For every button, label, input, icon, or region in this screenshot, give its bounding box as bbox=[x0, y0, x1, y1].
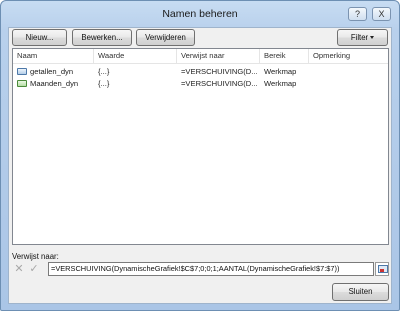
close-window-button[interactable]: X bbox=[372, 7, 391, 21]
column-header-name[interactable]: Naam bbox=[13, 49, 94, 63]
column-header-value[interactable]: Waarde bbox=[94, 49, 177, 63]
chevron-down-icon bbox=[370, 36, 375, 40]
table-row[interactable]: getallen_dyn {...} =VERSCHUIVING(D... We… bbox=[13, 66, 388, 78]
row-value: {...} bbox=[98, 67, 110, 76]
row-comment bbox=[309, 78, 388, 90]
column-header-comment[interactable]: Opmerking bbox=[309, 49, 388, 63]
column-header-refers-to[interactable]: Verwijst naar bbox=[177, 49, 260, 63]
row-refers-to: =VERSCHUIVING(D... bbox=[181, 79, 258, 88]
new-button[interactable]: Nieuw... bbox=[12, 29, 67, 46]
name-manager-dialog: Namen beheren ? X Nieuw... Bewerken... V… bbox=[0, 0, 400, 311]
list-header: Naam Waarde Verwijst naar Bereik Opmerki… bbox=[13, 49, 388, 64]
delete-button[interactable]: Verwijderen bbox=[136, 29, 195, 46]
refers-to-label: Verwijst naar: bbox=[12, 252, 59, 261]
row-comment bbox=[309, 66, 388, 78]
refers-to-field[interactable]: =VERSCHUIVING(DynamischeGrafiek!$C$7;0;0… bbox=[48, 262, 374, 276]
x-icon[interactable]: ✕ bbox=[13, 263, 25, 275]
names-list[interactable]: Naam Waarde Verwijst naar Bereik Opmerki… bbox=[12, 48, 389, 245]
edit-button[interactable]: Bewerken... bbox=[72, 29, 132, 46]
title-bar: Namen beheren ? X bbox=[1, 1, 399, 27]
dialog-title: Namen beheren bbox=[162, 8, 238, 20]
check-icon[interactable]: ✓ bbox=[28, 263, 40, 275]
row-scope: Werkmap bbox=[264, 79, 297, 88]
dialog-body: Nieuw... Bewerken... Verwijderen Filter … bbox=[8, 27, 392, 304]
row-scope: Werkmap bbox=[264, 67, 297, 76]
filter-label: Filter bbox=[350, 33, 369, 42]
column-header-scope[interactable]: Bereik bbox=[260, 49, 309, 63]
close-button[interactable]: Sluiten bbox=[332, 283, 389, 301]
row-refers-to: =VERSCHUIVING(D... bbox=[181, 67, 258, 76]
row-name: Maanden_dyn bbox=[30, 79, 79, 88]
table-row[interactable]: Maanden_dyn {...} =VERSCHUIVING(D... Wer… bbox=[13, 78, 388, 90]
range-select-arrow-icon bbox=[380, 269, 384, 272]
row-name: getallen_dyn bbox=[30, 67, 74, 76]
collapse-dialog-button[interactable] bbox=[375, 262, 389, 276]
filter-button[interactable]: Filter bbox=[337, 29, 388, 46]
help-button[interactable]: ? bbox=[348, 7, 367, 21]
row-value: {...} bbox=[98, 79, 110, 88]
